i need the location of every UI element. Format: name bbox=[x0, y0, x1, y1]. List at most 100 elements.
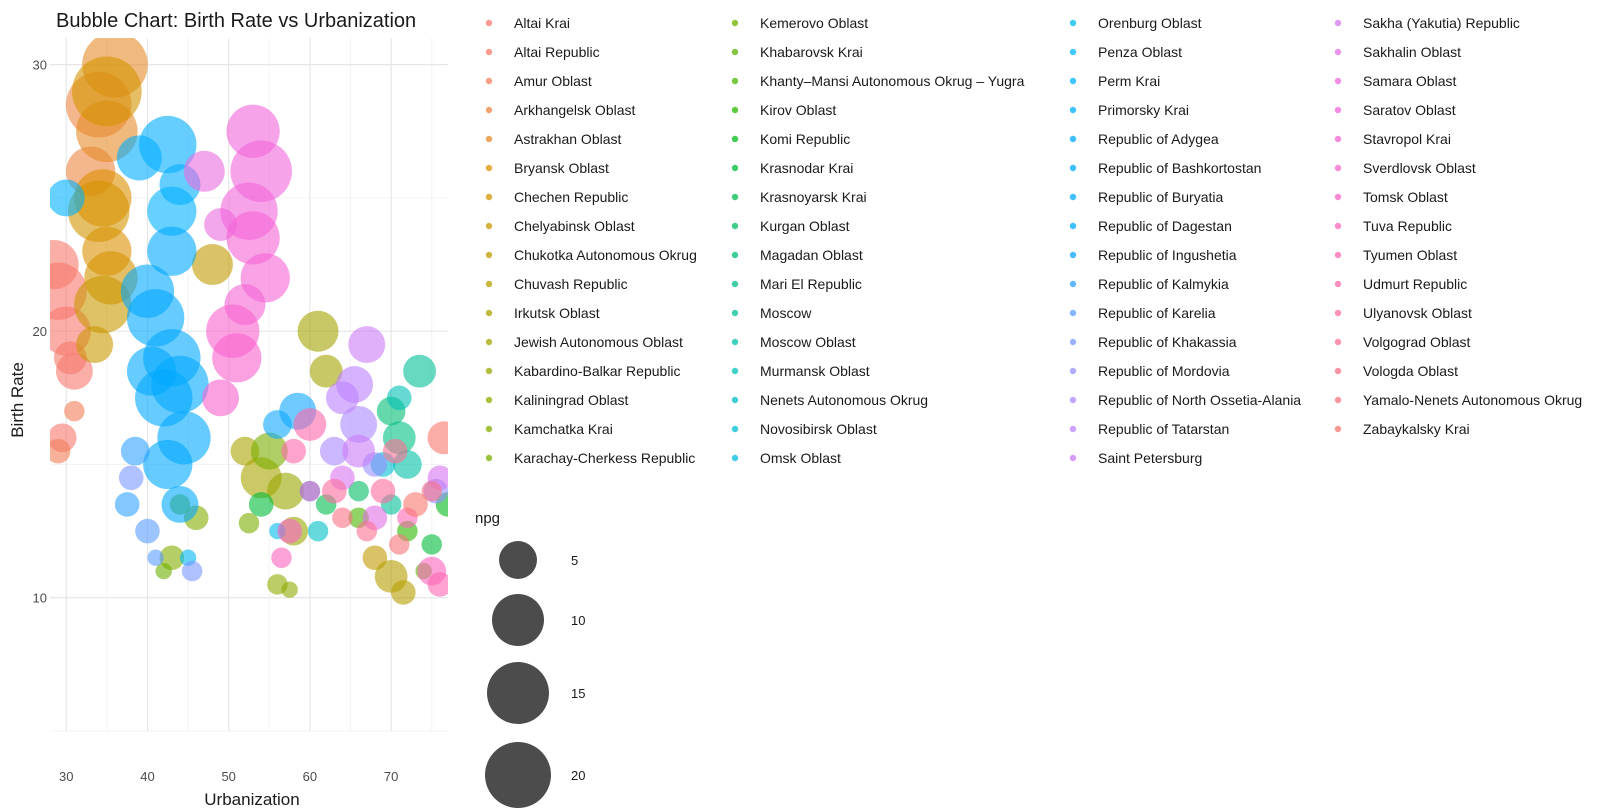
legend-label: Republic of Bashkortostan bbox=[1098, 160, 1261, 176]
bubble bbox=[64, 400, 85, 422]
bubble bbox=[293, 408, 327, 441]
legend-label: Volgograd Oblast bbox=[1363, 334, 1471, 350]
legend-key bbox=[1334, 222, 1342, 230]
bubble bbox=[332, 507, 353, 529]
bubble bbox=[135, 518, 160, 544]
legend-label: Jewish Autonomous Oblast bbox=[514, 334, 683, 350]
bubble bbox=[50, 179, 85, 217]
legend-label: Republic of Kalmykia bbox=[1098, 276, 1229, 292]
bubble bbox=[356, 520, 378, 542]
legend-key bbox=[1069, 425, 1077, 433]
legend-key bbox=[485, 19, 493, 27]
legend-label: Khabarovsk Krai bbox=[760, 44, 863, 60]
legend-label: Vologda Oblast bbox=[1363, 363, 1458, 379]
legend-key bbox=[1069, 48, 1077, 56]
legend-key bbox=[1334, 338, 1342, 346]
legend-key bbox=[485, 425, 493, 433]
legend-label: Republic of North Ossetia-Alania bbox=[1098, 392, 1301, 408]
legend-label: Krasnoyarsk Krai bbox=[760, 189, 867, 205]
size-legend-label: 20 bbox=[571, 768, 585, 783]
legend-key bbox=[485, 309, 493, 317]
bubble bbox=[120, 436, 150, 466]
legend-key bbox=[485, 338, 493, 346]
legend-key bbox=[1069, 309, 1077, 317]
x-tick-label: 40 bbox=[140, 769, 154, 784]
legend-label: Kurgan Oblast bbox=[760, 218, 850, 234]
legend-key bbox=[1334, 77, 1342, 85]
bubble bbox=[281, 438, 306, 464]
legend-key bbox=[1069, 280, 1077, 288]
legend-key bbox=[1069, 396, 1077, 404]
bubble-layer bbox=[50, 38, 448, 605]
bubble bbox=[181, 560, 203, 582]
x-tick-label: 30 bbox=[59, 769, 73, 784]
bubble bbox=[191, 244, 233, 286]
legend-key bbox=[1069, 222, 1077, 230]
bubble bbox=[421, 534, 443, 555]
bubble bbox=[126, 346, 177, 396]
bubble bbox=[183, 150, 225, 192]
bubble bbox=[389, 534, 410, 555]
bubble bbox=[238, 512, 260, 534]
legend-label: Moscow bbox=[760, 305, 812, 321]
legend-key bbox=[485, 164, 493, 172]
legend-key bbox=[1334, 251, 1342, 259]
legend-key bbox=[731, 222, 739, 230]
legend-label: Orenburg Oblast bbox=[1098, 15, 1202, 31]
legend-label: Chuvash Republic bbox=[514, 276, 628, 292]
size-legend-label: 10 bbox=[571, 613, 585, 628]
bubble bbox=[326, 381, 359, 415]
legend-key bbox=[485, 251, 493, 259]
legend-label: Tuva Republic bbox=[1363, 218, 1452, 234]
legend-label: Republic of Mordovia bbox=[1098, 363, 1230, 379]
legend-label: Novosibirsk Oblast bbox=[760, 421, 877, 437]
legend-label: Sverdlovsk Oblast bbox=[1363, 160, 1476, 176]
bubble bbox=[72, 56, 142, 127]
bubble bbox=[202, 379, 240, 417]
legend-key bbox=[731, 280, 739, 288]
size-legend: npg 5 10 15 20 bbox=[475, 510, 585, 808]
bubble bbox=[263, 410, 292, 439]
size-legend-label: 5 bbox=[571, 553, 578, 568]
legend-key bbox=[731, 106, 739, 114]
legend-key bbox=[731, 425, 739, 433]
size-legend-key bbox=[487, 662, 549, 724]
legend-key bbox=[1069, 135, 1077, 143]
legend-label: Kirov Oblast bbox=[760, 102, 836, 118]
legend-key bbox=[485, 193, 493, 201]
bubble bbox=[271, 547, 292, 568]
legend-label: Republic of Dagestan bbox=[1098, 218, 1232, 234]
size-legend-key bbox=[485, 742, 551, 808]
legend-label: Udmurt Republic bbox=[1363, 276, 1467, 292]
legend-key bbox=[1069, 193, 1077, 201]
bubble bbox=[370, 478, 396, 504]
legend-key bbox=[485, 454, 493, 462]
legend-label: Amur Oblast bbox=[514, 73, 592, 89]
legend-key bbox=[1334, 193, 1342, 201]
legend-key bbox=[1069, 164, 1077, 172]
legend-key bbox=[1069, 251, 1077, 259]
legend-key bbox=[731, 77, 739, 85]
legend-label: Saint Petersburg bbox=[1098, 450, 1202, 466]
legend-label: Republic of Tatarstan bbox=[1098, 421, 1229, 437]
legend-label: Kemerovo Oblast bbox=[760, 15, 868, 31]
chart-title: Bubble Chart: Birth Rate vs Urbanization bbox=[56, 10, 416, 32]
legend-label: Moscow Oblast bbox=[760, 334, 856, 350]
legend-label: Kamchatka Krai bbox=[514, 421, 613, 437]
legend-key bbox=[1334, 396, 1342, 404]
legend-label: Perm Krai bbox=[1098, 73, 1160, 89]
legend-label: Republic of Adygea bbox=[1098, 131, 1219, 147]
legend-label: Omsk Oblast bbox=[760, 450, 841, 466]
legend-label: Zabaykalsky Krai bbox=[1363, 421, 1470, 437]
legend-key bbox=[1334, 367, 1342, 375]
legend-key bbox=[1334, 135, 1342, 143]
bubble bbox=[212, 333, 262, 383]
legend-label: Kabardino-Balkar Republic bbox=[514, 363, 681, 379]
legend-label: Karachay-Cherkess Republic bbox=[514, 450, 695, 466]
legend-label: Murmansk Oblast bbox=[760, 363, 870, 379]
y-tick-label: 30 bbox=[33, 58, 47, 73]
legend-key bbox=[731, 396, 739, 404]
legend-label: Sakhalin Oblast bbox=[1363, 44, 1461, 60]
legend-label: Primorsky Krai bbox=[1098, 102, 1189, 118]
bubble bbox=[161, 485, 199, 523]
